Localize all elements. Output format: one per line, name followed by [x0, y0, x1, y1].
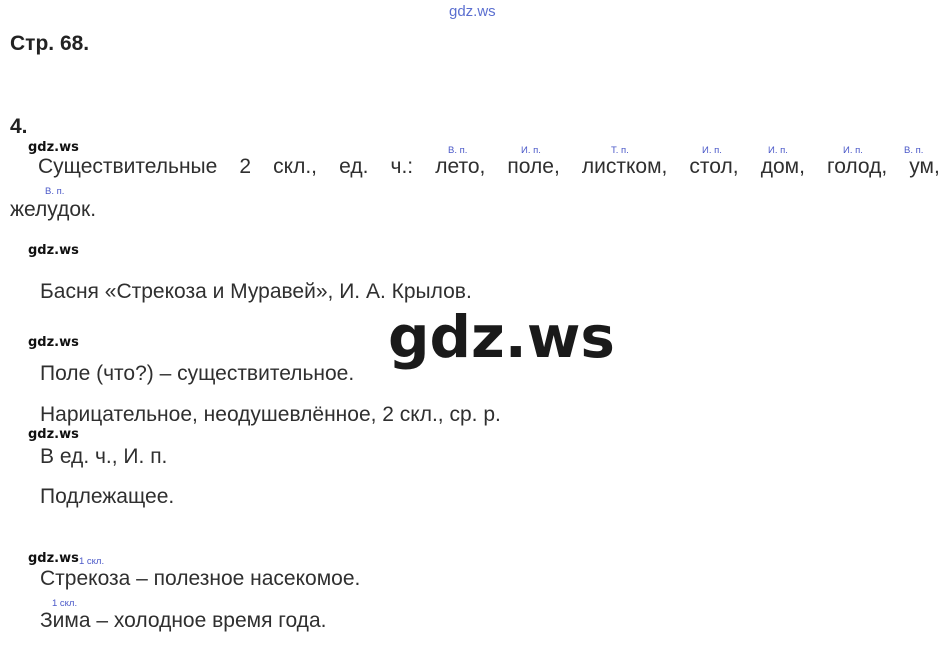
word-6: лето,	[435, 155, 486, 178]
word-10: дом,	[760, 155, 805, 178]
declension-mark-zima: 1 скл.	[52, 598, 78, 609]
word-8: листком,	[581, 155, 668, 178]
case-mark-zheludok: В. п.	[45, 186, 65, 197]
analysis-line-2: Нарицательное, неодушевлённое, 2 скл., с…	[40, 403, 501, 426]
watermark-small-2: gdz.ws	[28, 243, 79, 258]
declension-mark-strekoza: 1 скл.	[79, 556, 105, 567]
word-3: скл.,	[273, 155, 318, 178]
word-4: ед.	[339, 155, 369, 178]
nouns-sentence-line1: Существительные 2 скл., ед. ч.: лето, по…	[38, 155, 940, 179]
word-5: ч.:	[390, 155, 414, 178]
watermark-small-1: gdz.ws	[28, 140, 79, 155]
analysis-line-4: Подлежащее.	[40, 485, 175, 508]
watermark-top: gdz.ws	[449, 3, 496, 20]
word-12: ум,	[909, 155, 940, 178]
word-11: голод,	[827, 155, 888, 178]
analysis-line-1: Поле (что?) – существительное.	[40, 362, 355, 385]
sentence-strekoza: Стрекоза – полезное насекомое.	[40, 567, 361, 590]
task-number: 4.	[10, 115, 28, 138]
watermark-small-5: gdz.ws	[28, 551, 79, 566]
watermark-small-3: gdz.ws	[28, 335, 79, 350]
fable-line: Басня «Стрекоза и Муравей», И. А. Крылов…	[40, 280, 472, 303]
analysis-line-3: В ед. ч., И. п.	[40, 445, 168, 468]
word-1: Существительные	[38, 155, 218, 178]
nouns-sentence-line2: желудок.	[10, 198, 97, 221]
page-number: Стр. 68.	[10, 32, 90, 55]
watermark-small-4: gdz.ws	[28, 427, 79, 442]
watermark-big: gdz.ws	[388, 303, 615, 371]
word-2: 2	[239, 155, 252, 178]
word-7: поле,	[507, 155, 560, 178]
word-9: стол,	[689, 155, 739, 178]
sentence-zima: Зима – холодное время года.	[40, 609, 327, 632]
